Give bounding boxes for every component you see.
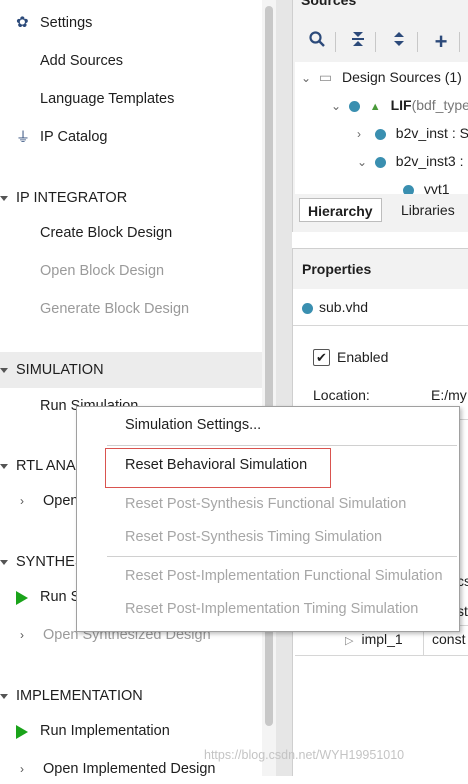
- sources-title: Sources: [301, 0, 357, 8]
- nav-language-templates[interactable]: Language Templates: [0, 84, 262, 114]
- tree-top-module[interactable]: ⌄ ▲ LIF(bdf_type: [331, 92, 468, 118]
- location-label: Location:: [313, 387, 370, 403]
- nav-create-block-design-label: Create Block Design: [40, 225, 173, 241]
- chevron-right-icon: ›: [20, 494, 24, 508]
- chevron-down-icon: [0, 464, 8, 469]
- chevron-right-icon: ›: [20, 628, 24, 642]
- plug-icon: ⏚: [16, 129, 30, 145]
- check-icon: ✔: [316, 350, 327, 365]
- source-dot-icon: [348, 100, 360, 112]
- impl-run-row[interactable]: ▷ impl_1: [345, 631, 403, 647]
- chevron-down-icon: [0, 368, 8, 373]
- source-dot-icon: [374, 156, 386, 168]
- search-icon[interactable]: [305, 30, 329, 54]
- nav-language-templates-label: Language Templates: [40, 91, 175, 107]
- properties-title: Properties: [293, 249, 468, 289]
- source-dot-icon: [302, 302, 313, 314]
- sources-tabs: Hierarchy Libraries: [293, 196, 468, 226]
- chevron-down-icon: ⌄: [331, 99, 342, 113]
- nav-add-sources-label: Add Sources: [40, 53, 124, 69]
- flow-navigator: ✿ Settings Add Sources Language Template…: [0, 0, 262, 777]
- folder-icon: ▭: [318, 69, 333, 85]
- source-dot-icon: [374, 128, 386, 140]
- impl-run-name: impl_1: [361, 631, 403, 647]
- section-simulation[interactable]: SIMULATION: [0, 352, 262, 388]
- tree-design-sources[interactable]: ⌄ ▭ Design Sources (1): [301, 64, 462, 90]
- tree-inst3-label: b2v_inst3 :: [395, 153, 464, 169]
- nav-generate-block-design[interactable]: Generate Block Design: [0, 294, 262, 324]
- chevron-down-icon: ⌄: [301, 71, 312, 85]
- menu-reset-post-synthesis-timing[interactable]: Reset Post-Synthesis Timing Simulation: [125, 529, 382, 545]
- tree-top-name: LIF: [390, 97, 412, 113]
- nav-add-sources[interactable]: Add Sources: [0, 46, 262, 76]
- expand-all-icon[interactable]: [387, 30, 411, 54]
- section-simulation-label: SIMULATION: [16, 362, 104, 378]
- section-implementation-label: IMPLEMENTATION: [16, 688, 143, 704]
- run-icon: [16, 725, 28, 739]
- menu-reset-post-implementation-timing[interactable]: Reset Post-Implementation Timing Simulat…: [125, 601, 418, 617]
- sources-panel: Sources + ⌄ ▭ Design Sources (1) ⌄ ▲ LIF…: [292, 0, 468, 232]
- sources-tree: ⌄ ▭ Design Sources (1) ⌄ ▲ LIF(bdf_type …: [295, 62, 468, 194]
- nav-ip-catalog[interactable]: ⏚ IP Catalog: [0, 122, 262, 152]
- collapse-all-icon[interactable]: [346, 30, 370, 54]
- section-implementation[interactable]: IMPLEMENTATION: [0, 681, 262, 711]
- nav-open-implemented-label: Open Implemented Design: [43, 761, 216, 777]
- navigator-scrollbar[interactable]: [262, 0, 276, 776]
- run-icon: [16, 591, 28, 605]
- tree-inst1[interactable]: › b2v_inst : S: [357, 120, 468, 146]
- chevron-down-icon: [0, 694, 8, 699]
- nav-settings-label: Settings: [40, 15, 93, 31]
- sources-toolbar: +: [293, 24, 468, 60]
- tree-inst3[interactable]: ⌄ b2v_inst3 :: [357, 148, 464, 174]
- menu-reset-behavioral-simulation[interactable]: Reset Behavioral Simulation: [125, 457, 307, 473]
- location-value: E:/my: [431, 387, 467, 403]
- enabled-label: Enabled: [337, 349, 389, 365]
- nav-open-block-design[interactable]: Open Block Design: [0, 256, 262, 286]
- add-icon[interactable]: +: [429, 30, 453, 54]
- tab-hierarchy[interactable]: Hierarchy: [299, 198, 382, 222]
- menu-reset-post-implementation-functional[interactable]: Reset Post-Implementation Functional Sim…: [125, 568, 443, 584]
- impl-run-value: const: [432, 631, 466, 647]
- panel-splitter[interactable]: [276, 0, 292, 776]
- chevron-right-icon: ›: [357, 127, 361, 141]
- tree-top-type: (bdf_type: [411, 97, 468, 113]
- source-dot-icon: [403, 184, 414, 194]
- properties-file-name: sub.vhd: [319, 299, 369, 315]
- tree-inst1-label: b2v_inst : S: [395, 125, 468, 141]
- nav-run-implementation-label: Run Implementation: [40, 723, 170, 739]
- chevron-down-icon: ⌄: [357, 155, 368, 169]
- watermark: https://blog.csdn.net/WYH19951010: [204, 748, 405, 762]
- hierarchy-icon: ▲: [369, 101, 381, 113]
- menu-reset-post-synthesis-functional[interactable]: Reset Post-Synthesis Functional Simulati…: [125, 496, 406, 512]
- tree-inst-partial[interactable]: yyt1: [403, 176, 450, 194]
- nav-settings[interactable]: ✿ Settings: [0, 8, 262, 38]
- context-menu: Simulation Settings... Reset Behavioral …: [76, 406, 460, 632]
- chevron-right-icon: ›: [20, 762, 24, 776]
- nav-ip-catalog-label: IP Catalog: [40, 129, 108, 145]
- chevron-down-icon: [0, 196, 8, 201]
- chevron-down-icon: [0, 560, 8, 565]
- tree-inst-partial-label: yyt1: [423, 181, 450, 194]
- tree-design-sources-label: Design Sources (1): [342, 69, 462, 85]
- section-ip-integrator[interactable]: IP INTEGRATOR: [0, 183, 262, 213]
- chevron-right-icon: ▷: [345, 635, 354, 647]
- section-ip-integrator-label: IP INTEGRATOR: [16, 190, 128, 206]
- nav-run-implementation[interactable]: Run Implementation: [0, 716, 262, 746]
- nav-create-block-design[interactable]: Create Block Design: [0, 218, 262, 248]
- gear-icon: ✿: [16, 14, 29, 31]
- properties-file: sub.vhd: [302, 299, 368, 315]
- nav-open-block-design-label: Open Block Design: [40, 263, 165, 279]
- enabled-checkbox[interactable]: ✔: [313, 349, 330, 366]
- nav-generate-block-design-label: Generate Block Design: [40, 301, 190, 317]
- tab-libraries[interactable]: Libraries: [393, 198, 463, 222]
- menu-simulation-settings[interactable]: Simulation Settings...: [125, 417, 261, 433]
